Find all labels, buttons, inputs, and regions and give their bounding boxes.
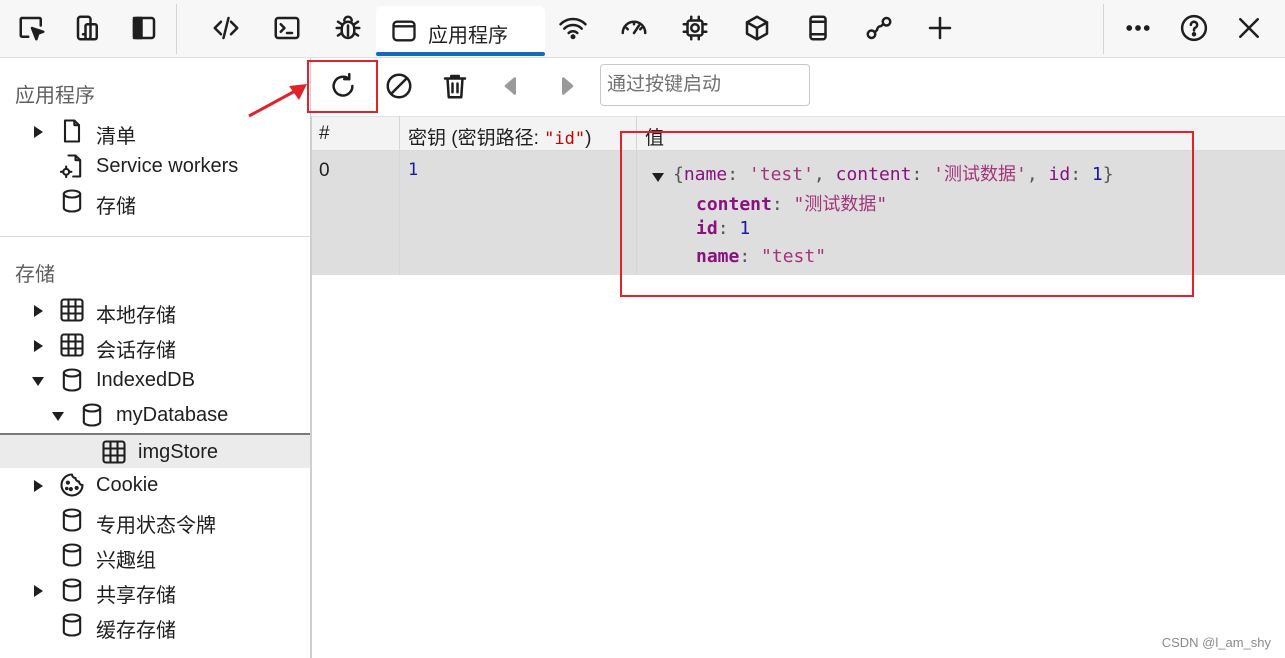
expand-arrow-icon[interactable]: [31, 339, 45, 353]
table-icon: [58, 331, 86, 359]
sidebar-item-label: imgStore: [138, 441, 219, 463]
watermark: CSDN @l_am_shy: [1161, 635, 1271, 650]
devtools-tab-bar: 应用程序: [0, 0, 1285, 58]
help-icon[interactable]: [1177, 11, 1211, 45]
console-icon[interactable]: [270, 11, 304, 45]
header-index[interactable]: #: [319, 123, 330, 145]
sidebar-toggle-icon[interactable]: [127, 11, 161, 45]
sidebar-item-label: 专用状态令牌: [96, 515, 216, 537]
sidebar-item-label: Service workers: [96, 155, 239, 177]
sidebar-item-cookie[interactable]: Cookie: [0, 468, 310, 503]
gear-file-icon: [58, 152, 86, 180]
database-icon: [78, 401, 106, 429]
header-key[interactable]: 密钥 (密钥路径: "id"): [408, 123, 591, 150]
annotation-box-value: [620, 131, 1194, 297]
section-title-application: 应用程序: [15, 85, 95, 107]
table-icon: [100, 438, 128, 466]
tab-application-label: 应用程序: [428, 25, 508, 47]
add-tool-icon[interactable]: [923, 11, 957, 45]
sidebar-item-private-state-tokens[interactable]: 专用状态令牌: [0, 503, 310, 538]
header-key-path: "id": [544, 129, 586, 149]
table-icon: [58, 296, 86, 324]
previous-page-icon: [504, 77, 516, 95]
inspect-icon[interactable]: [15, 11, 49, 45]
sidebar-item-label: IndexedDB: [96, 369, 195, 391]
sidebar-item-storage-overview[interactable]: 存储: [0, 184, 310, 219]
database-icon: [58, 366, 86, 394]
sidebar-item-indexeddb[interactable]: IndexedDB: [0, 363, 310, 398]
application-sidebar: 应用程序 清单 Service workers 存储 存储 本地存储 会话存储 …: [0, 58, 311, 658]
sidebar-item-shared-storage[interactable]: 共享存储: [0, 573, 310, 608]
file-icon: [58, 117, 86, 145]
header-key-suffix: ): [585, 128, 592, 149]
more-icon[interactable]: [1121, 11, 1155, 45]
memory-icon[interactable]: [678, 11, 712, 45]
sidebar-item-label: 缓存存储: [96, 620, 176, 642]
sidebar-item-label: 本地存储: [96, 305, 176, 327]
table-left-border: [311, 116, 312, 658]
delete-icon: [443, 74, 467, 99]
tab-application[interactable]: 应用程序: [376, 6, 545, 56]
sidebar-item-label: myDatabase: [116, 404, 229, 426]
collapse-arrow-icon[interactable]: [31, 374, 45, 388]
row-index: 0: [319, 160, 330, 181]
sidebar-item-label: 存储: [96, 196, 136, 218]
active-tab-indicator: [376, 52, 545, 56]
annotation-arrow-icon: [248, 84, 307, 118]
database-icon: [58, 611, 86, 639]
database-icon: [58, 541, 86, 569]
row-key: 1: [408, 160, 419, 180]
sidebar-item-cache-storage[interactable]: 缓存存储: [0, 608, 310, 643]
device-emulation-icon[interactable]: [71, 11, 105, 45]
database-icon: [58, 576, 86, 604]
toolbar-divider-right: [1103, 4, 1104, 54]
database-icon: [58, 187, 86, 215]
sidebar-item-label: 清单: [96, 126, 136, 148]
elements-icon[interactable]: [209, 11, 243, 45]
previous-page-button[interactable]: [493, 68, 529, 104]
database-icon: [58, 506, 86, 534]
sidebar-item-imgstore[interactable]: imgStore: [0, 433, 310, 468]
expand-arrow-icon[interactable]: [31, 479, 45, 493]
next-page-button[interactable]: [549, 68, 585, 104]
section-title-storage: 存储: [15, 264, 55, 286]
start-from-key-input[interactable]: [600, 64, 810, 106]
sidebar-item-interest-groups[interactable]: 兴趣组: [0, 538, 310, 573]
3d-view-icon[interactable]: [740, 11, 774, 45]
sidebar-item-label: 会话存储: [96, 340, 176, 362]
performance-icon[interactable]: [617, 11, 651, 45]
sidebar-item-session-storage[interactable]: 会话存储: [0, 328, 310, 363]
column-divider[interactable]: [399, 116, 400, 275]
expand-arrow-icon[interactable]: [31, 584, 45, 598]
sidebar-item-service-workers[interactable]: Service workers: [0, 149, 310, 184]
lighthouse-icon[interactable]: [801, 11, 835, 45]
delete-button[interactable]: [437, 68, 473, 104]
collapse-arrow-icon[interactable]: [51, 409, 65, 423]
header-key-prefix: 密钥 (密钥路径:: [408, 128, 545, 149]
expand-arrow-icon[interactable]: [31, 125, 45, 139]
connections-icon[interactable]: [862, 11, 896, 45]
section-divider: [0, 236, 310, 237]
sidebar-item-label: Cookie: [96, 474, 159, 496]
annotation-box-refresh: [307, 60, 378, 113]
clear-button[interactable]: [381, 68, 417, 104]
sidebar-item-local-storage[interactable]: 本地存储: [0, 293, 310, 328]
toolbar-divider: [176, 4, 177, 54]
application-window-icon: [390, 17, 418, 45]
expand-arrow-icon[interactable]: [31, 304, 45, 318]
close-icon[interactable]: [1232, 11, 1266, 45]
sidebar-item-label: 共享存储: [96, 585, 176, 607]
indexeddb-toolbar: [311, 58, 1285, 116]
sidebar-item-label: 兴趣组: [96, 550, 156, 572]
network-icon[interactable]: [556, 11, 590, 45]
next-page-icon: [562, 77, 574, 95]
sources-debug-icon[interactable]: [331, 11, 365, 45]
cookie-icon: [58, 471, 86, 499]
clear-icon: [386, 73, 412, 99]
sidebar-item-mydatabase[interactable]: myDatabase: [0, 398, 310, 433]
